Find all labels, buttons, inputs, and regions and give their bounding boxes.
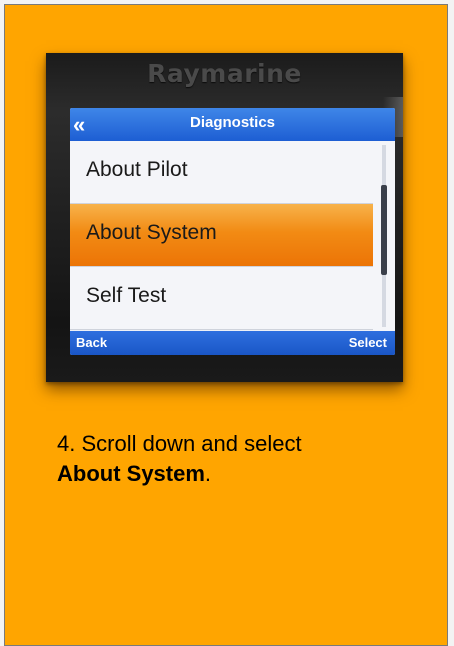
scroll-thumb[interactable]	[381, 185, 387, 275]
menu-scrollbar[interactable]	[373, 141, 395, 331]
screen-title: Diagnostics	[189, 114, 276, 131]
instruction-step: 4. Scroll down and select	[57, 431, 302, 456]
menu-item-about-system[interactable]: About System	[70, 204, 373, 267]
softkey-back-label[interactable]: Back	[76, 331, 107, 355]
brand-logo: Raymarine	[147, 59, 302, 88]
softkey-select-label[interactable]: Select	[349, 331, 387, 355]
instruction-highlight: About System	[57, 461, 205, 486]
device-screen: « Diagnostics About Pilot About System S…	[70, 108, 395, 355]
diagnostics-menu: About Pilot About System Self Test	[70, 141, 373, 331]
instruction-suffix: .	[204, 461, 212, 486]
screen-titlebar: « Diagnostics	[70, 108, 395, 141]
instruction-text: 4. Scroll down and select About System.	[57, 429, 417, 489]
menu-item-about-pilot[interactable]: About Pilot	[70, 141, 373, 204]
instruction-card: Raymarine « Diagnostics About Pilot Abou…	[4, 4, 448, 646]
menu-item-self-test[interactable]: Self Test	[70, 267, 373, 330]
device-photo: Raymarine « Diagnostics About Pilot Abou…	[46, 53, 403, 382]
softkey-bar: Back Select	[70, 331, 395, 355]
